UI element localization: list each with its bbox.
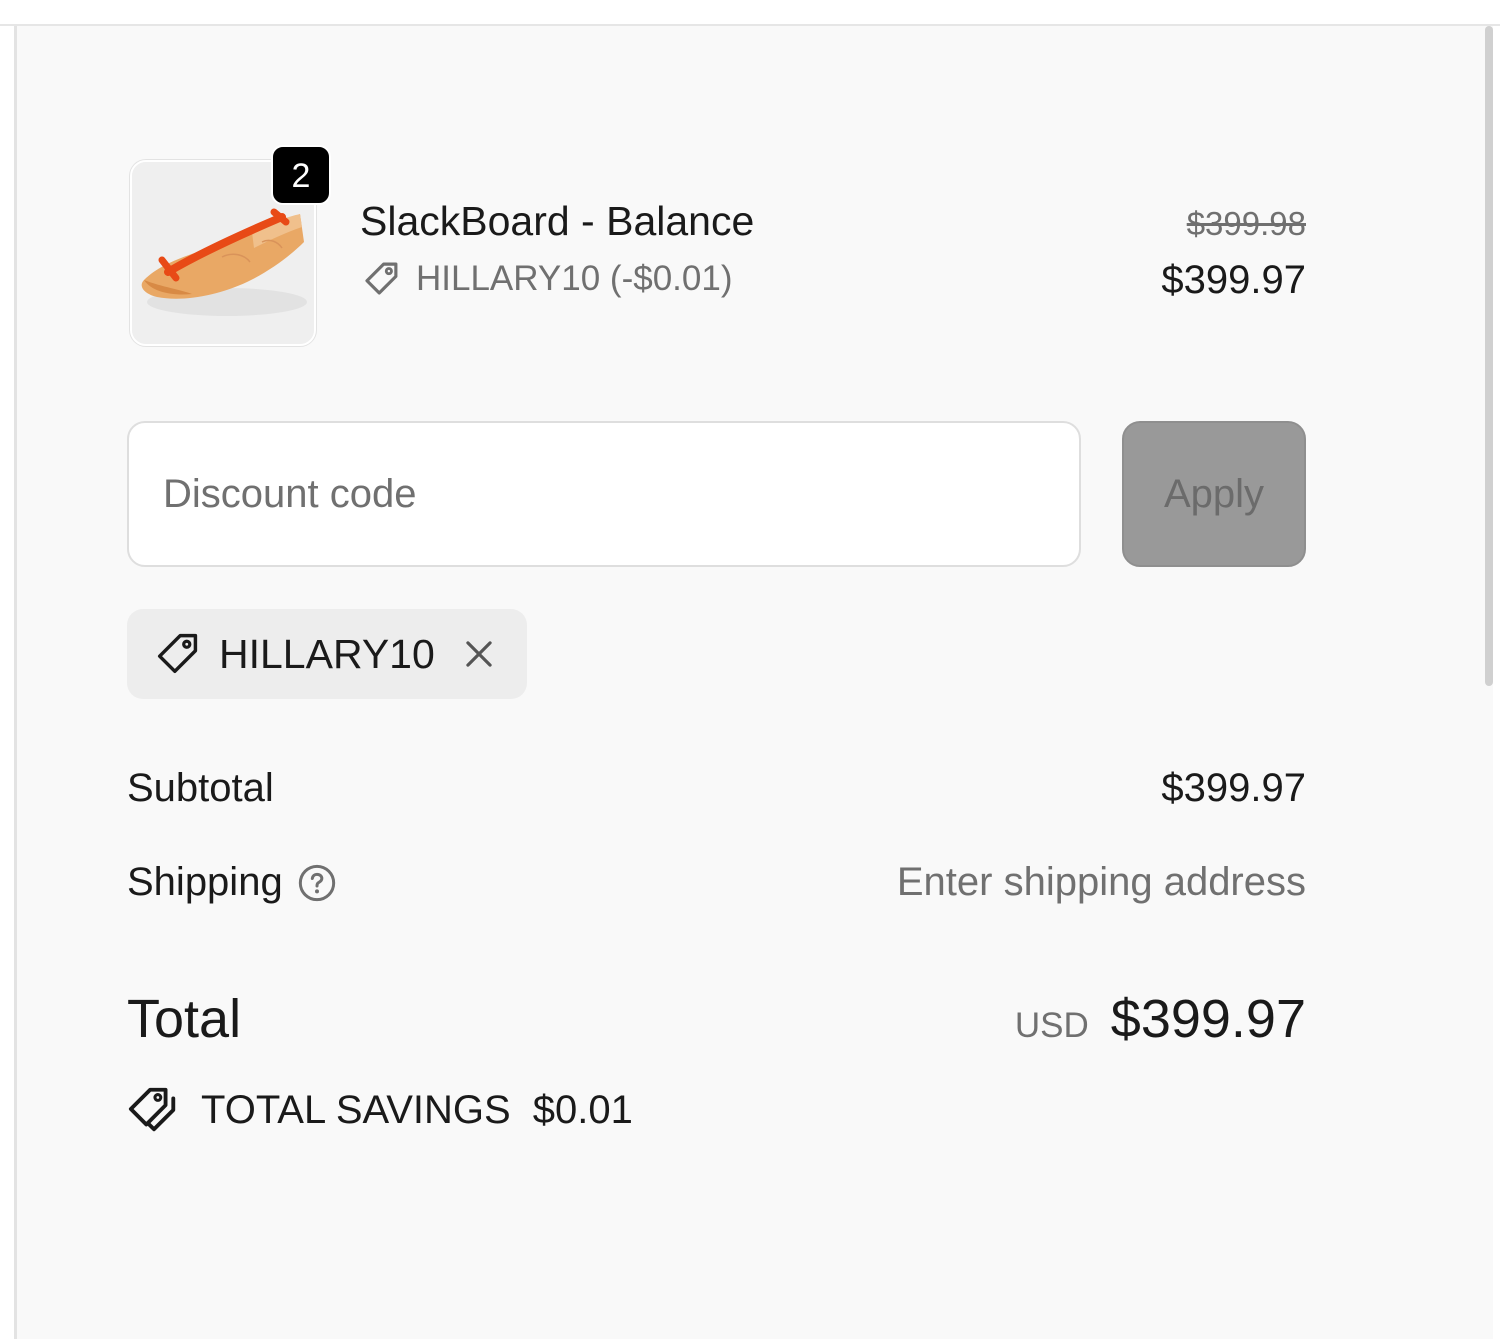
applied-code-chip: HILLARY10 <box>127 609 527 699</box>
total-savings-row: TOTAL SAVINGS $0.01 <box>127 1084 633 1136</box>
discount-code-input[interactable] <box>127 421 1081 567</box>
product-discount-line: HILLARY10 (-$0.01) <box>360 258 732 300</box>
total-label: Total <box>127 989 242 1049</box>
shipping-label: Shipping <box>127 860 283 904</box>
question-circle-icon[interactable] <box>297 863 337 903</box>
shipping-value: Enter shipping address <box>896 860 1306 904</box>
tag-icon <box>365 262 398 295</box>
product-discount-text: HILLARY10 (-$0.01) <box>416 259 733 298</box>
apply-button[interactable]: Apply <box>1122 421 1306 567</box>
product-name: SlackBoard - Balance <box>360 198 755 244</box>
subtotal-label: Subtotal <box>127 766 274 810</box>
original-price: $399.98 <box>1186 205 1306 242</box>
total-currency: USD <box>1014 1006 1089 1045</box>
close-icon[interactable] <box>459 634 499 674</box>
final-price: $399.97 <box>1161 258 1306 302</box>
total-savings-label: TOTAL SAVINGS <box>201 1087 511 1132</box>
quantity-badge: 2 <box>271 145 331 205</box>
subtotal-value: $399.97 <box>1161 766 1306 810</box>
total-value-row: USD $399.97 <box>1015 988 1306 1050</box>
shipping-label-row: Shipping <box>127 860 337 905</box>
top-edge <box>0 0 1500 26</box>
total-savings-value: $0.01 <box>532 1087 633 1132</box>
tags-icon <box>128 1087 176 1132</box>
total-amount: $399.97 <box>1110 989 1306 1049</box>
scrollbar-thumb[interactable] <box>1485 26 1493 686</box>
applied-code-text: HILLARY10 <box>219 630 435 677</box>
tag-icon <box>151 628 203 680</box>
